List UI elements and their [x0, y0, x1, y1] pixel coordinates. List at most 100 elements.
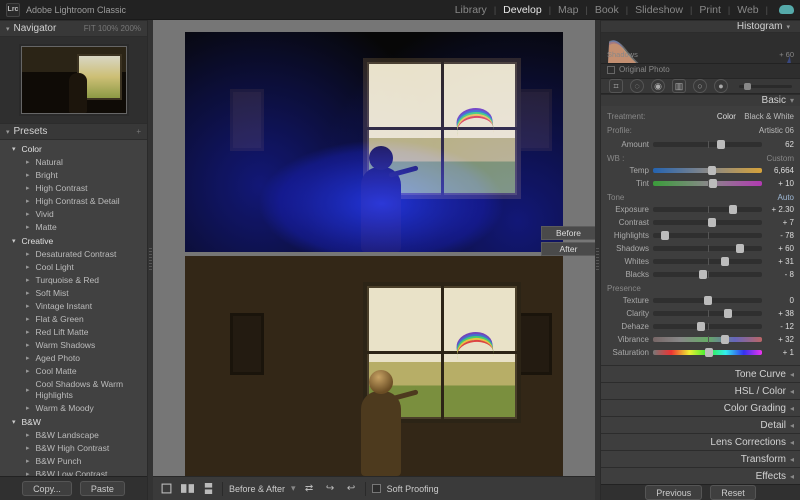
- tint-slider[interactable]: [653, 181, 762, 186]
- preset-item[interactable]: Flat & Green: [0, 313, 147, 326]
- amount-slider[interactable]: [653, 142, 762, 147]
- preset-item[interactable]: Soft Mist: [0, 287, 147, 300]
- preset-item[interactable]: Desaturated Contrast: [0, 248, 147, 261]
- preset-item[interactable]: High Contrast: [0, 182, 147, 195]
- preset-item[interactable]: B&W Punch: [0, 455, 147, 468]
- preset-item[interactable]: Aged Photo: [0, 352, 147, 365]
- preset-item[interactable]: Warm & Moody: [0, 402, 147, 415]
- collapsed-section-header[interactable]: Tone Curve◂: [601, 365, 800, 382]
- copy-after-icon[interactable]: ↩: [344, 482, 359, 495]
- copy-before-icon[interactable]: ↪: [323, 482, 338, 495]
- paste-button[interactable]: Paste: [80, 481, 125, 496]
- collapsed-section-header[interactable]: Transform◂: [601, 450, 800, 467]
- profile-name[interactable]: Artistic 06: [759, 126, 794, 135]
- reset-button[interactable]: Reset: [710, 485, 756, 500]
- add-preset-icon[interactable]: +: [136, 127, 141, 136]
- preset-group[interactable]: Creative: [0, 234, 147, 248]
- highlights-value[interactable]: - 78: [766, 231, 794, 240]
- preset-item[interactable]: Vintage Instant: [0, 300, 147, 313]
- after-image[interactable]: [185, 256, 563, 476]
- preset-item[interactable]: Bright: [0, 169, 147, 182]
- collapsed-section-header[interactable]: Color Grading◂: [601, 399, 800, 416]
- crop-tool-icon[interactable]: ⌗: [609, 79, 623, 93]
- preset-item[interactable]: Cool Matte: [0, 365, 147, 378]
- presets-header[interactable]: ▾ Presets +: [0, 123, 147, 140]
- loupe-view-icon[interactable]: [159, 482, 174, 495]
- compare-view-icon[interactable]: [180, 482, 195, 495]
- clarity-value[interactable]: + 38: [766, 309, 794, 318]
- tint-value[interactable]: + 10: [766, 179, 794, 188]
- preset-item[interactable]: Warm Shadows: [0, 339, 147, 352]
- temp-slider[interactable]: [653, 168, 762, 173]
- preset-group[interactable]: B&W: [0, 415, 147, 429]
- preset-item[interactable]: Cool Light: [0, 261, 147, 274]
- preset-item[interactable]: B&W Low Contrast: [0, 468, 147, 476]
- collapsed-section-header[interactable]: Lens Corrections◂: [601, 433, 800, 450]
- texture-value[interactable]: 0: [766, 296, 794, 305]
- blacks-value[interactable]: - 8: [766, 270, 794, 279]
- brush-tool-icon[interactable]: ●: [714, 79, 728, 93]
- preset-item[interactable]: Vivid: [0, 208, 147, 221]
- dehaze-slider[interactable]: [653, 324, 762, 329]
- treatment-bw[interactable]: Black & White: [744, 112, 794, 121]
- preset-item[interactable]: Turquoise & Red: [0, 274, 147, 287]
- preset-item[interactable]: Natural: [0, 156, 147, 169]
- shadows-value[interactable]: + 60: [766, 244, 794, 253]
- treatment-color[interactable]: Color: [717, 112, 736, 121]
- module-print[interactable]: Print: [699, 4, 721, 16]
- soft-proofing-checkbox[interactable]: [372, 484, 381, 493]
- toolbar-mode-label[interactable]: Before & After: [229, 484, 285, 494]
- preset-item[interactable]: B&W High Contrast: [0, 442, 147, 455]
- preset-item[interactable]: Red Lift Matte: [0, 326, 147, 339]
- vibrance-value[interactable]: + 32: [766, 335, 794, 344]
- right-panel-grip[interactable]: [595, 20, 600, 500]
- module-map[interactable]: Map: [558, 4, 578, 16]
- preset-item[interactable]: B&W Landscape: [0, 429, 147, 442]
- compare-stacked-icon[interactable]: [201, 482, 216, 495]
- module-slideshow[interactable]: Slideshow: [635, 4, 683, 16]
- vibrance-slider[interactable]: [653, 337, 762, 342]
- collapsed-section-header[interactable]: HSL / Color◂: [601, 382, 800, 399]
- histogram[interactable]: Shadows + 60: [601, 33, 800, 64]
- module-develop[interactable]: Develop: [503, 4, 542, 16]
- histogram-header[interactable]: Histogram ▾: [601, 20, 800, 33]
- shadows-slider[interactable]: [653, 246, 762, 251]
- exposure-value[interactable]: + 2.30: [766, 205, 794, 214]
- mask-amount-slider[interactable]: [739, 85, 792, 88]
- module-web[interactable]: Web: [737, 4, 758, 16]
- wb-mode[interactable]: Custom: [766, 154, 794, 163]
- tone-auto[interactable]: Auto: [778, 193, 794, 202]
- copy-button[interactable]: Copy...: [22, 481, 72, 496]
- navigator-zoom[interactable]: FIT 100% 200%: [84, 24, 141, 33]
- temp-value[interactable]: 6,664: [766, 166, 794, 175]
- cloud-sync-icon[interactable]: [779, 5, 794, 14]
- swap-icon[interactable]: ⇄: [302, 482, 317, 495]
- module-book[interactable]: Book: [595, 4, 619, 16]
- preset-item[interactable]: Cool Shadows & Warm Highlights: [0, 378, 147, 402]
- collapsed-section-header[interactable]: Effects◂: [601, 467, 800, 484]
- amount-value[interactable]: 62: [766, 140, 794, 149]
- exposure-slider[interactable]: [653, 207, 762, 212]
- blacks-slider[interactable]: [653, 272, 762, 277]
- collapsed-section-header[interactable]: Detail◂: [601, 416, 800, 433]
- preset-item[interactable]: Matte: [0, 221, 147, 234]
- basic-header[interactable]: Basic ▾: [601, 94, 800, 106]
- spot-removal-icon[interactable]: ◌: [630, 79, 644, 93]
- radial-filter-icon[interactable]: ○: [693, 79, 707, 93]
- module-library[interactable]: Library: [455, 4, 487, 16]
- preset-group[interactable]: Color: [0, 142, 147, 156]
- whites-slider[interactable]: [653, 259, 762, 264]
- masking-tool-icon[interactable]: ▥: [672, 79, 686, 93]
- navigator-header[interactable]: ▾ Navigator FIT 100% 200%: [0, 20, 147, 37]
- before-image[interactable]: [185, 32, 563, 252]
- whites-value[interactable]: + 31: [766, 257, 794, 266]
- navigator-preview[interactable]: [0, 37, 147, 123]
- redeye-tool-icon[interactable]: ◉: [651, 79, 665, 93]
- contrast-slider[interactable]: [653, 220, 762, 225]
- contrast-value[interactable]: + 7: [766, 218, 794, 227]
- preset-item[interactable]: High Contrast & Detail: [0, 195, 147, 208]
- clarity-slider[interactable]: [653, 311, 762, 316]
- texture-slider[interactable]: [653, 298, 762, 303]
- highlights-slider[interactable]: [653, 233, 762, 238]
- dehaze-value[interactable]: - 12: [766, 322, 794, 331]
